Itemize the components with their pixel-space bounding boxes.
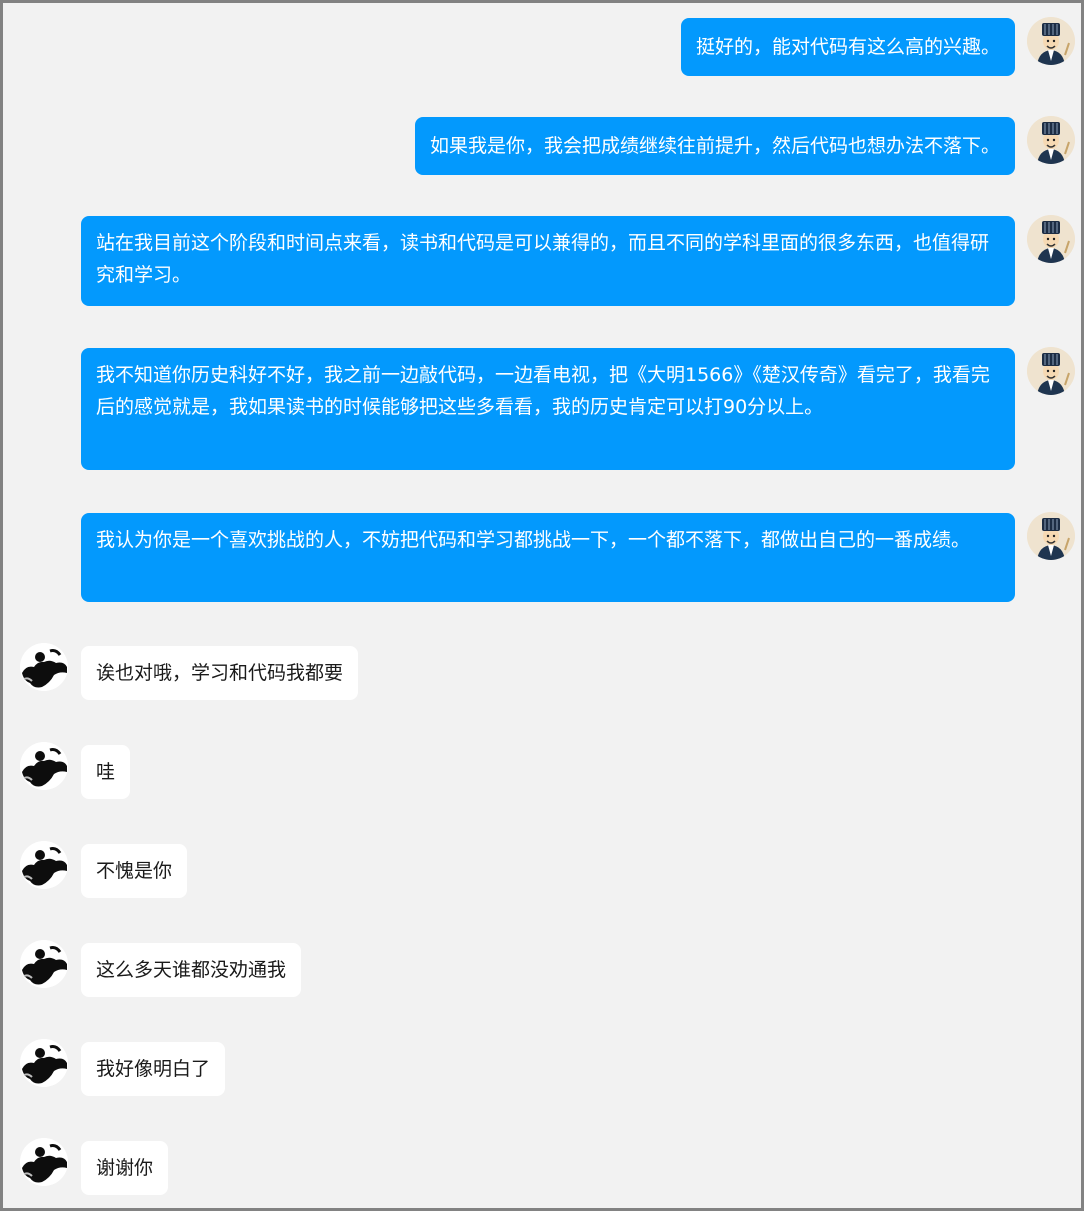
silhouette-avatar-icon[interactable] <box>20 1138 68 1186</box>
silhouette-avatar-icon[interactable] <box>20 940 68 988</box>
silhouette-avatar-icon[interactable] <box>20 742 68 790</box>
sent-message-bubble[interactable]: 我不知道你历史科好不好，我之前一边敲代码，一边看电视，把《大明1566》《楚汉传… <box>81 348 1015 470</box>
silhouette-avatar-icon[interactable] <box>20 1039 68 1087</box>
advisor-avatar-icon[interactable] <box>1027 17 1075 65</box>
silhouette-avatar-icon[interactable] <box>20 841 68 889</box>
received-message-bubble[interactable]: 诶也对哦，学习和代码我都要 <box>81 646 359 700</box>
sent-message-bubble[interactable]: 站在我目前这个阶段和时间点来看，读书和代码是可以兼得的，而且不同的学科里面的很多… <box>81 216 1015 306</box>
sent-message-bubble[interactable]: 如果我是你，我会把成绩继续往前提升，然后代码也想办法不落下。 <box>414 117 1015 175</box>
received-message-bubble[interactable]: 我好像明白了 <box>81 1042 226 1096</box>
advisor-avatar-icon[interactable] <box>1027 116 1075 164</box>
advisor-avatar-icon[interactable] <box>1027 347 1075 395</box>
silhouette-avatar-icon[interactable] <box>20 643 68 691</box>
advisor-avatar-icon[interactable] <box>1027 512 1075 560</box>
received-message-bubble[interactable]: 谢谢你 <box>81 1141 169 1195</box>
chat-window: 挺好的，能对代码有这么高的兴趣。 如果我是你，我会把成绩继续往前提升，然后代码也… <box>0 0 1084 1211</box>
received-message-bubble[interactable]: 不愧是你 <box>81 844 188 898</box>
received-message-bubble[interactable]: 哇 <box>81 745 131 799</box>
sent-message-bubble[interactable]: 我认为你是一个喜欢挑战的人，不妨把代码和学习都挑战一下，一个都不落下，都做出自己… <box>81 513 1015 602</box>
sent-message-bubble[interactable]: 挺好的，能对代码有这么高的兴趣。 <box>680 18 1015 76</box>
advisor-avatar-icon[interactable] <box>1027 215 1075 263</box>
received-message-bubble[interactable]: 这么多天谁都没劝通我 <box>81 943 302 997</box>
